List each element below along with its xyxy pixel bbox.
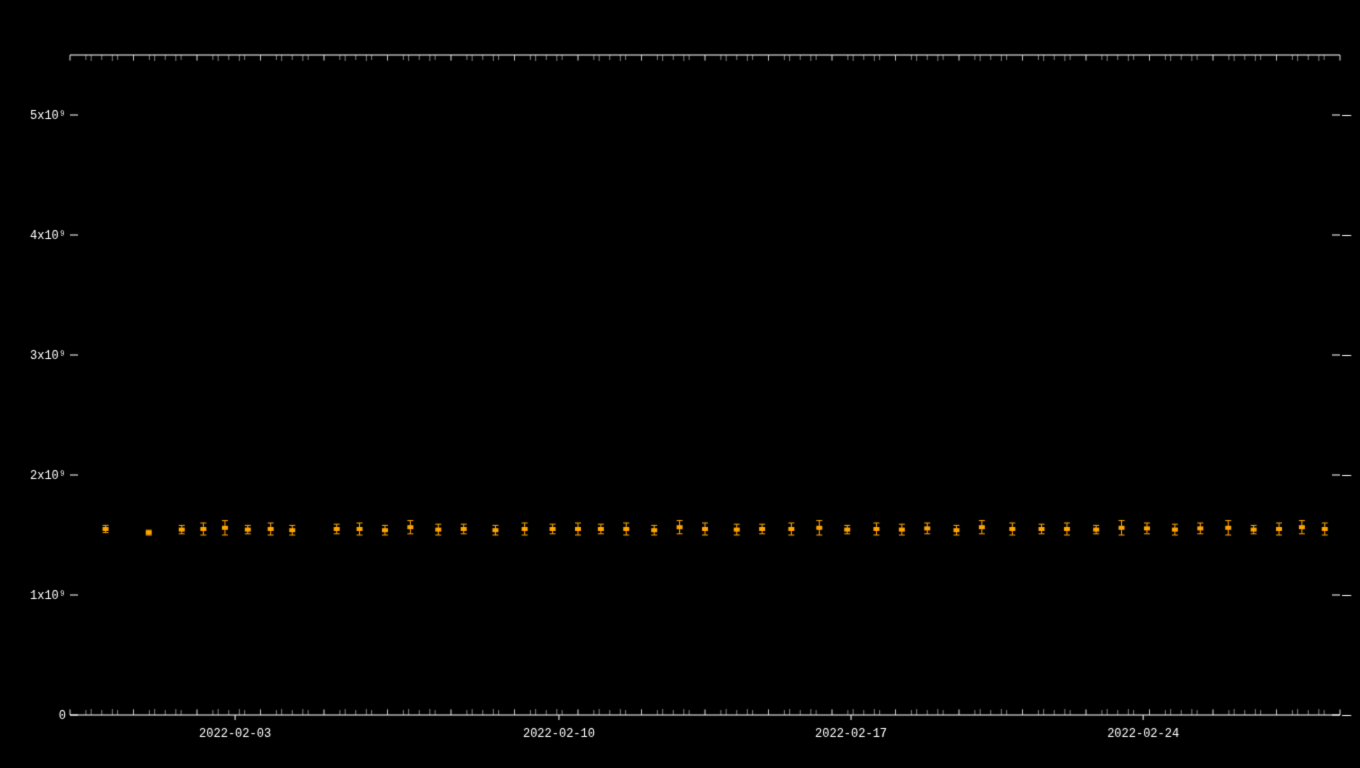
chart-container: FORWARD Performance bits/sec Checkout (d… bbox=[0, 0, 1360, 768]
chart-canvas bbox=[0, 0, 1360, 768]
